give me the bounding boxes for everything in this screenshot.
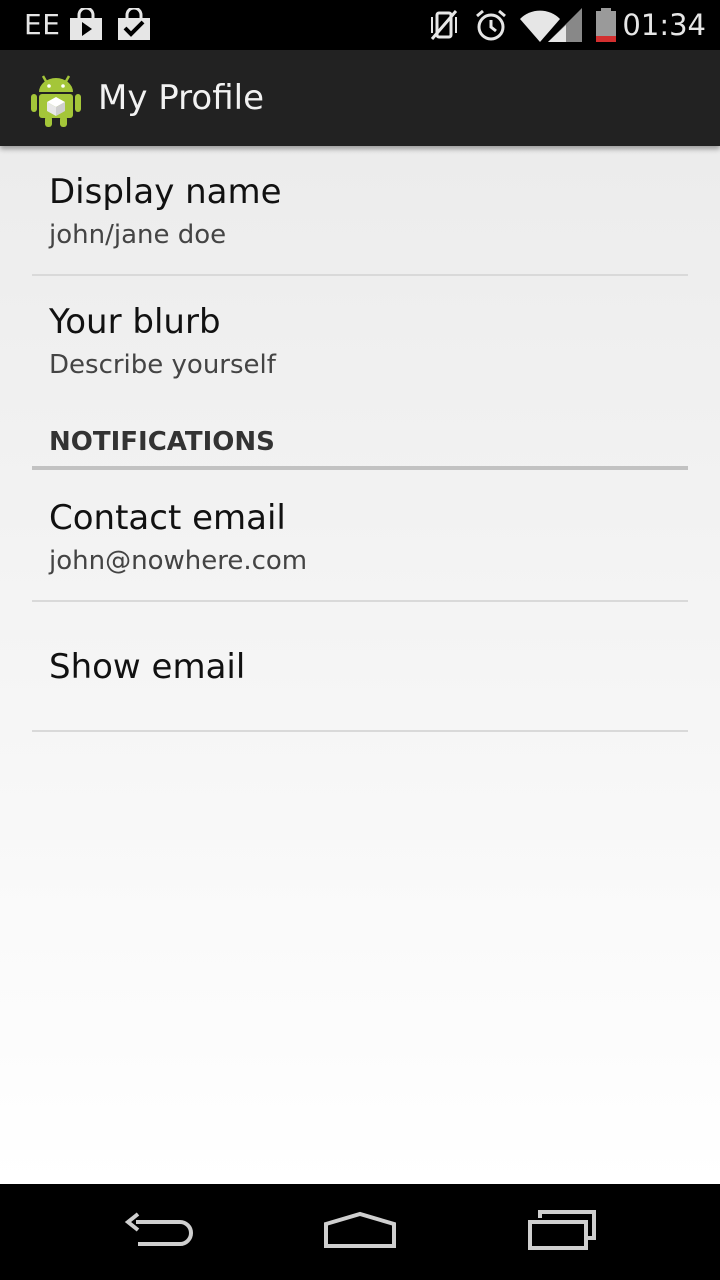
pref-title: Display name [49, 172, 282, 212]
back-icon[interactable] [122, 1208, 198, 1256]
pref-title: Your blurb [49, 302, 221, 342]
status-bar: EE 01:34 [0, 0, 720, 50]
battery-icon [596, 8, 616, 42]
category-title: NOTIFICATIONS [49, 427, 275, 457]
carrier-label: EE [24, 8, 61, 41]
pref-title: Contact email [49, 498, 286, 538]
vibrate-off-icon [430, 10, 458, 40]
battery-level [596, 36, 616, 42]
shopping-bag-icon [70, 8, 102, 40]
home-icon[interactable] [322, 1208, 398, 1256]
pref-display-name[interactable]: Display name john/jane doe [32, 146, 688, 276]
pref-summary: john@nowhere.com [49, 546, 308, 576]
checkbox-bag-icon [118, 8, 150, 40]
page-title: My Profile [98, 78, 264, 118]
pref-title: Show email [49, 647, 246, 687]
category-header-notifications: NOTIFICATIONS [32, 418, 688, 470]
recent-apps-icon[interactable] [526, 1208, 602, 1256]
alarm-icon [476, 9, 506, 41]
pref-blurb[interactable]: Your blurb Describe yourself [32, 276, 688, 418]
pref-summary: john/jane doe [49, 220, 227, 250]
pref-show-email[interactable]: Show email [32, 602, 688, 732]
android-app-icon[interactable] [28, 70, 84, 128]
navigation-bar [0, 1184, 720, 1280]
preferences-list: Display name john/jane doe Your blurb De… [0, 146, 720, 1184]
pref-contact-email[interactable]: Contact email john@nowhere.com [32, 470, 688, 602]
pref-summary: Describe yourself [49, 350, 276, 380]
signal-icon [548, 8, 582, 42]
action-bar: My Profile [0, 50, 720, 146]
clock: 01:34 [622, 8, 706, 42]
